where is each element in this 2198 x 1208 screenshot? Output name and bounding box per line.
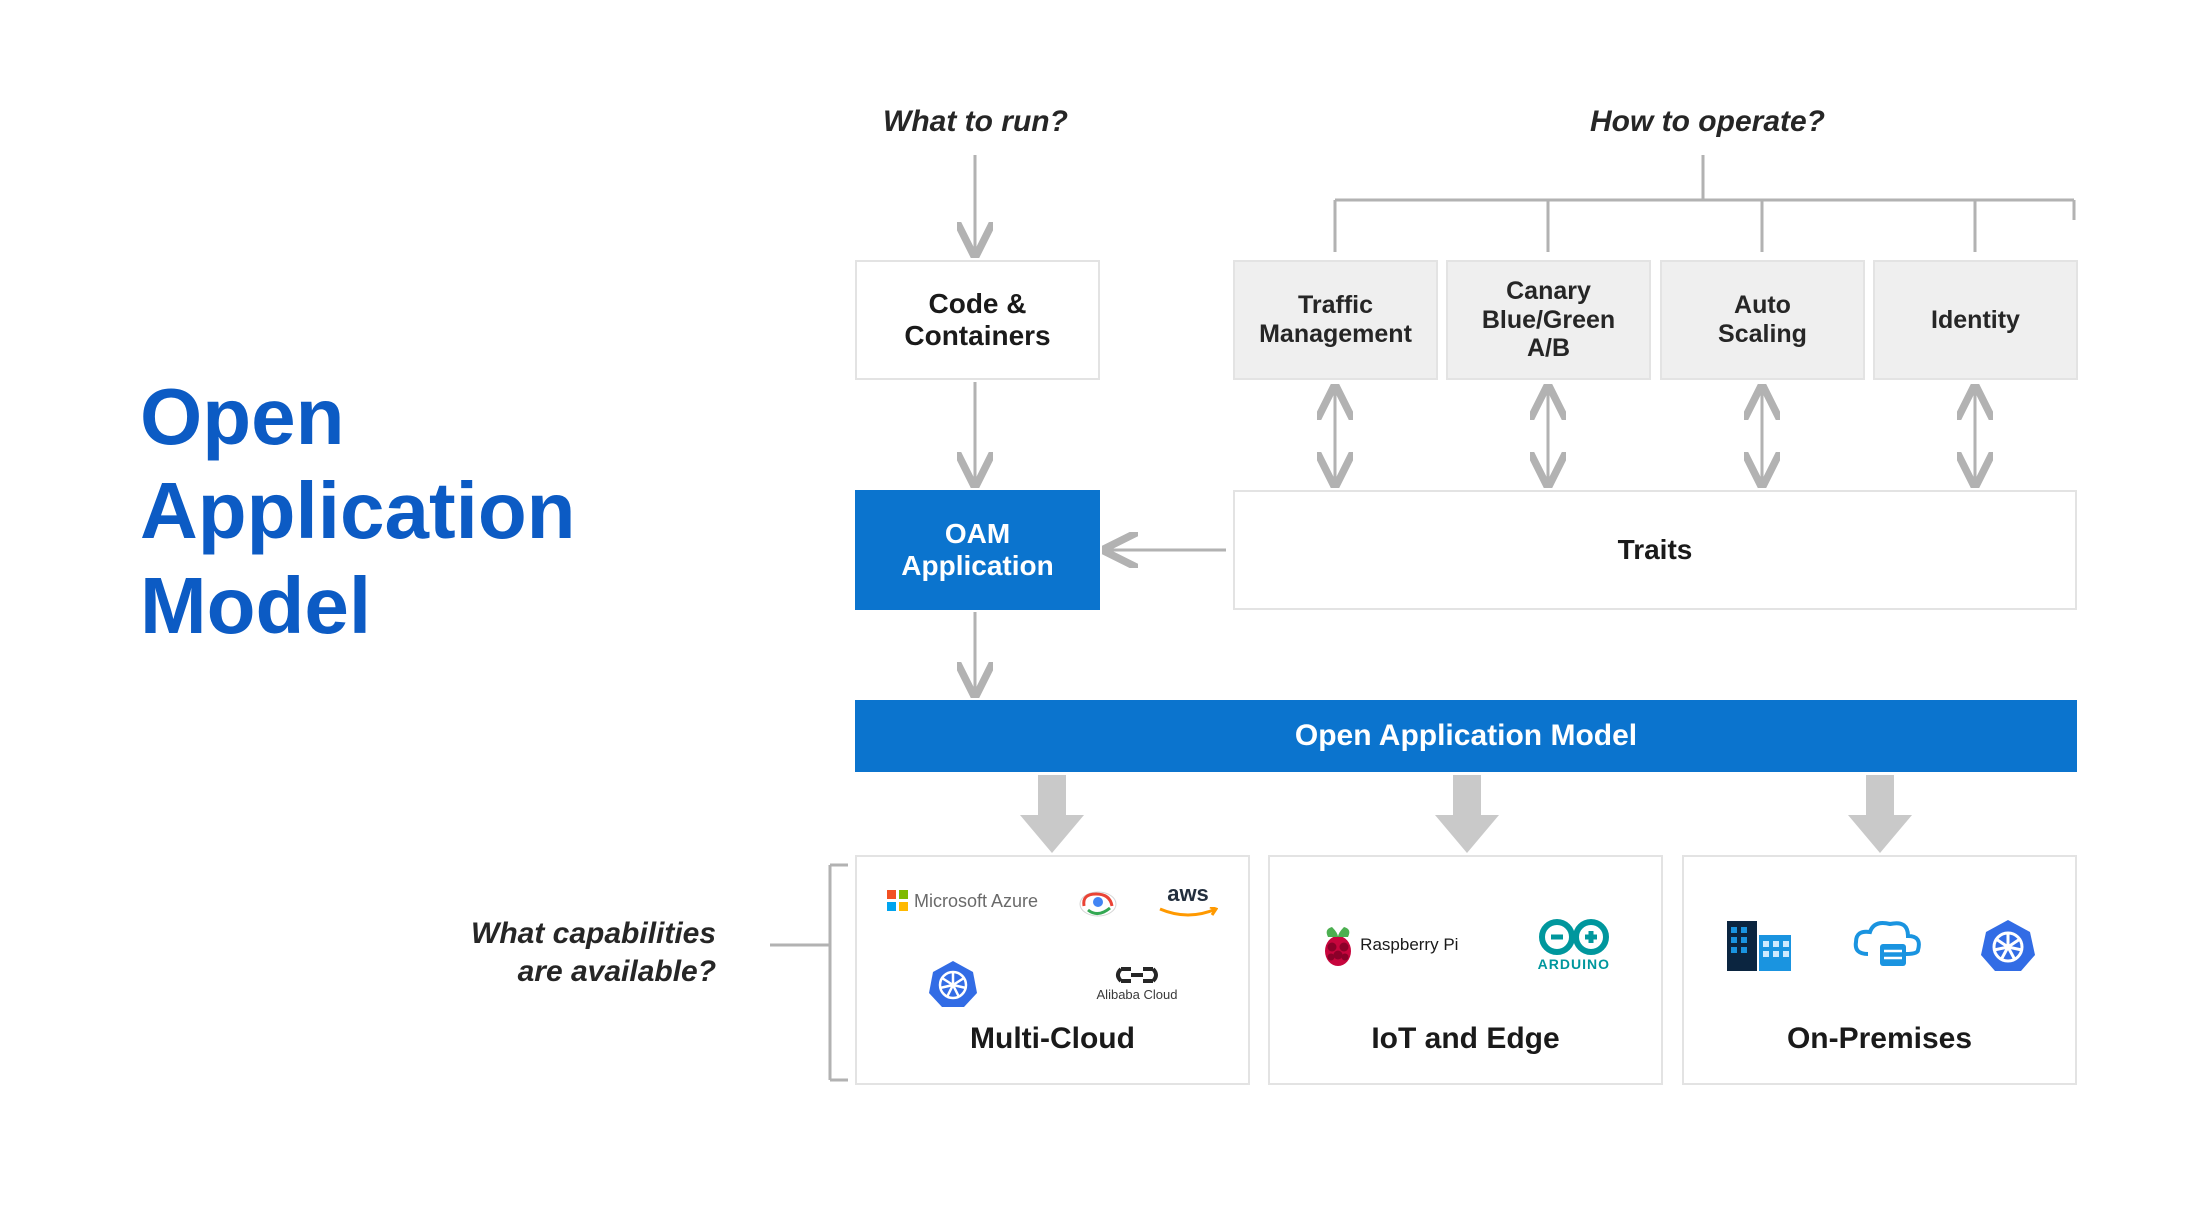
datacenter-icon <box>1723 915 1795 975</box>
box-traits: Traits <box>1233 490 2077 610</box>
label-on-premises: On-Premises <box>1684 1022 2075 1056</box>
thick-arrow-icon <box>1435 775 1499 853</box>
box-trait-identity: Identity <box>1873 260 2078 380</box>
raspberry-pi-icon: Raspberry Pi <box>1320 923 1458 967</box>
box-iot-edge: Raspberry Pi ARDUINO IoT and Edge <box>1268 855 1663 1085</box>
thick-arrow-icon <box>1848 775 1912 853</box>
thick-arrow-icon <box>1020 775 1084 853</box>
label-multi-cloud: Multi-Cloud <box>857 1022 1248 1056</box>
label-iot-edge: IoT and Edge <box>1270 1022 1661 1056</box>
box-multi-cloud: Microsoft Azure aws Alibaba Cloud Multi-… <box>855 855 1250 1085</box>
arduino-icon: ARDUINO <box>1537 918 1611 972</box>
page-title: Open Application Model <box>140 370 576 653</box>
kubernetes-icon <box>928 958 978 1008</box>
cloud-server-icon <box>1850 918 1924 972</box>
label-how-to-operate: How to operate? <box>1590 105 1825 139</box>
aws-icon: aws <box>1158 881 1218 921</box>
box-oam-bar: Open Application Model <box>855 700 2077 772</box>
box-oam-application: OAM Application <box>855 490 1100 610</box>
box-trait-canary: Canary Blue/Green A/B <box>1446 260 1651 380</box>
microsoft-azure-icon: Microsoft Azure <box>887 890 1038 912</box>
box-on-premises: On-Premises <box>1682 855 2077 1085</box>
kubernetes-icon <box>1980 917 2036 973</box>
box-code-containers: Code & Containers <box>855 260 1100 380</box>
alibaba-cloud-icon: Alibaba Cloud <box>1097 963 1178 1002</box>
label-what-to-run: What to run? <box>883 105 1068 139</box>
box-trait-auto-scaling: Auto Scaling <box>1660 260 1865 380</box>
box-trait-traffic-management: Traffic Management <box>1233 260 1438 380</box>
label-capabilities: What capabilities are available? <box>471 915 716 990</box>
google-cloud-icon <box>1076 884 1120 918</box>
